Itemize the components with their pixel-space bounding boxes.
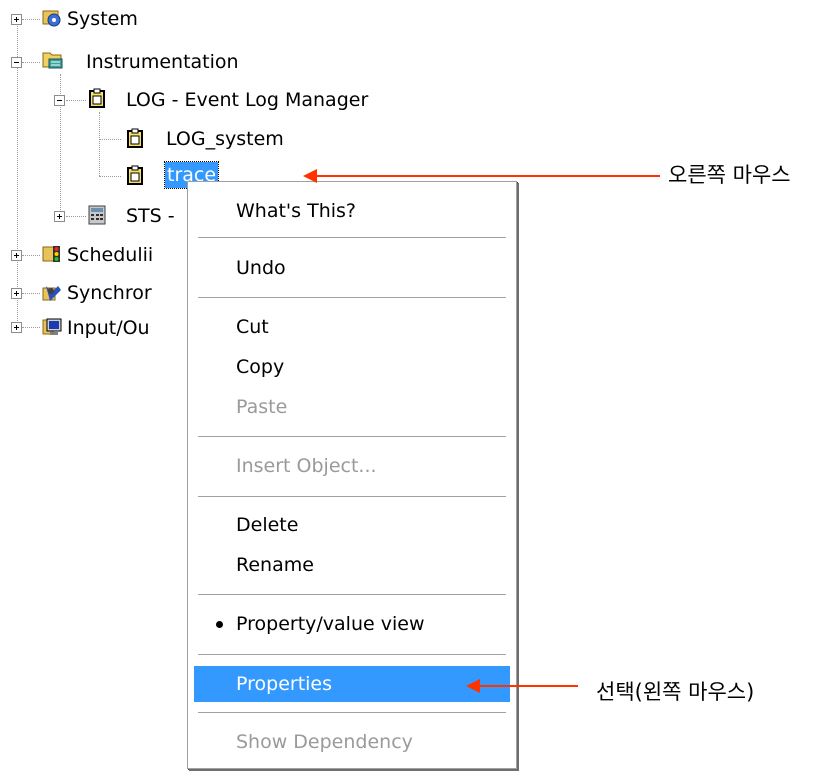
- menu-item-delete[interactable]: Delete: [194, 507, 510, 543]
- expand-scheduling-toggle[interactable]: [11, 250, 22, 261]
- tree-connector: [99, 112, 100, 176]
- menu-separator: [198, 654, 506, 656]
- monitor-icon: [42, 318, 62, 335]
- menu-item-properties[interactable]: Properties: [194, 666, 510, 702]
- tree-item-label[interactable]: Synchror: [67, 280, 152, 306]
- annotation-right-click: 오른쪽 마우스: [668, 163, 791, 187]
- expand-system-toggle[interactable]: [11, 14, 22, 25]
- tree-item-label[interactable]: Instrumentation: [86, 49, 239, 75]
- tree-connector: [22, 255, 40, 256]
- menu-item-rename[interactable]: Rename: [194, 547, 510, 583]
- scheduling-icon: [42, 246, 60, 262]
- menu-item-property-value-view[interactable]: Property/value view: [194, 606, 510, 642]
- menu-item-show-dependency[interactable]: Show Dependency: [194, 724, 510, 760]
- menu-item-insert-object[interactable]: Insert Object...: [194, 448, 510, 484]
- menu-item-copy[interactable]: Copy: [194, 349, 510, 385]
- collapse-log-toggle[interactable]: [54, 95, 65, 106]
- annotation-arrow-line: [315, 175, 660, 177]
- menu-item-paste[interactable]: Paste: [194, 389, 510, 425]
- menu-separator: [198, 496, 506, 498]
- calculator-icon: [88, 205, 106, 225]
- tree-item-label[interactable]: LOG - Event Log Manager: [126, 87, 368, 113]
- menu-separator: [198, 237, 506, 239]
- tree-connector: [22, 19, 40, 20]
- clipboard-icon: [89, 88, 105, 108]
- collapse-instrumentation-toggle[interactable]: [11, 57, 22, 68]
- expand-synchronization-toggle[interactable]: [11, 288, 22, 299]
- menu-separator: [198, 594, 506, 596]
- tree-connector: [99, 139, 121, 140]
- tree-connector: [66, 100, 86, 101]
- tree-connector: [22, 327, 40, 328]
- menu-separator: [198, 297, 506, 299]
- clipboard-icon: [127, 128, 143, 148]
- tree-item-label[interactable]: STS -: [126, 203, 175, 229]
- tree-connector: [99, 176, 121, 177]
- tree-item-label[interactable]: LOG_system: [166, 126, 284, 152]
- computer-icon: [42, 10, 61, 27]
- menu-separator: [198, 712, 506, 714]
- menu-item-whats-this[interactable]: What's This?: [194, 193, 510, 229]
- expand-sts-toggle[interactable]: [54, 211, 65, 222]
- tree-connector: [22, 62, 40, 63]
- tree-item-label[interactable]: System: [67, 6, 138, 32]
- annotation-select: 선택(왼쪽 마우스): [596, 680, 755, 704]
- expand-input-output-toggle[interactable]: [11, 322, 22, 333]
- tree-connector: [17, 24, 18, 327]
- tree-item-label[interactable]: Input/Ou: [67, 315, 150, 341]
- menu-item-undo[interactable]: Undo: [194, 250, 510, 286]
- radio-bullet-icon: [216, 621, 223, 628]
- synchronization-icon: [42, 286, 61, 301]
- clipboard-icon: [127, 165, 143, 185]
- tree-item-label[interactable]: Schedulii: [67, 242, 153, 268]
- folder-instrument-icon: [42, 52, 63, 69]
- annotation-arrow-line: [478, 685, 578, 687]
- menu-item-cut[interactable]: Cut: [194, 309, 510, 345]
- menu-separator: [198, 436, 506, 438]
- tree-connector: [66, 216, 86, 217]
- tree-connector: [22, 293, 40, 294]
